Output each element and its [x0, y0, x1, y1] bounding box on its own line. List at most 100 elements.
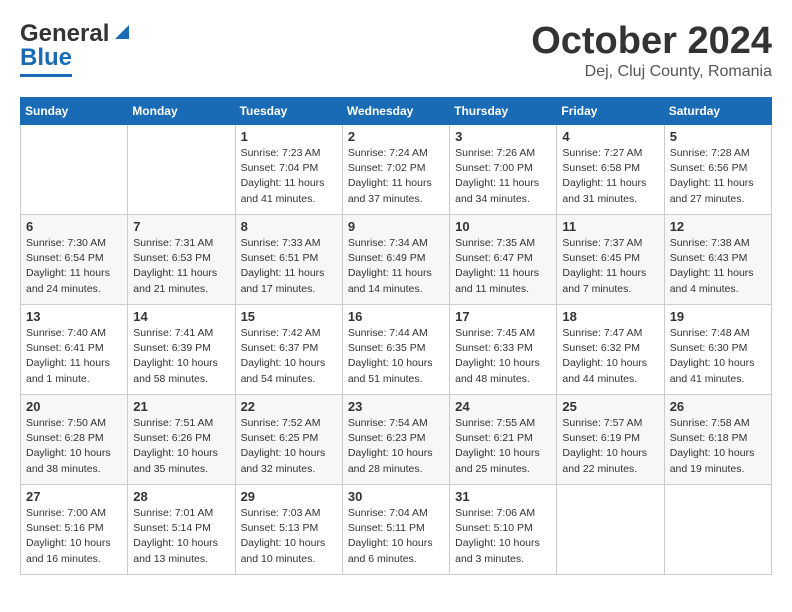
- day-number: 19: [670, 309, 766, 324]
- day-info: Sunrise: 7:28 AM Sunset: 6:56 PM Dayligh…: [670, 146, 766, 207]
- title-block: October 2024 Dej, Cluj County, Romania: [531, 20, 772, 81]
- day-number: 3: [455, 129, 551, 144]
- page-header: General Blue October 2024 Dej, Cluj Coun…: [20, 20, 772, 81]
- day-info: Sunrise: 7:40 AM Sunset: 6:41 PM Dayligh…: [26, 326, 122, 387]
- day-info: Sunrise: 7:48 AM Sunset: 6:30 PM Dayligh…: [670, 326, 766, 387]
- weekday-header: Sunday: [21, 98, 128, 125]
- calendar-cell: 12 Sunrise: 7:38 AM Sunset: 6:43 PM Dayl…: [664, 215, 771, 305]
- day-info: Sunrise: 7:57 AM Sunset: 6:19 PM Dayligh…: [562, 416, 658, 477]
- day-number: 18: [562, 309, 658, 324]
- day-number: 21: [133, 399, 229, 414]
- location: Dej, Cluj County, Romania: [531, 63, 772, 81]
- day-number: 8: [241, 219, 337, 234]
- calendar-week-row: 20 Sunrise: 7:50 AM Sunset: 6:28 PM Dayl…: [21, 395, 772, 485]
- weekday-header: Thursday: [450, 98, 557, 125]
- calendar-cell: 14 Sunrise: 7:41 AM Sunset: 6:39 PM Dayl…: [128, 305, 235, 395]
- calendar-cell: 25 Sunrise: 7:57 AM Sunset: 6:19 PM Dayl…: [557, 395, 664, 485]
- calendar-cell: 2 Sunrise: 7:24 AM Sunset: 7:02 PM Dayli…: [342, 125, 449, 215]
- day-info: Sunrise: 7:06 AM Sunset: 5:10 PM Dayligh…: [455, 506, 551, 567]
- day-info: Sunrise: 7:04 AM Sunset: 5:11 PM Dayligh…: [348, 506, 444, 567]
- day-info: Sunrise: 7:45 AM Sunset: 6:33 PM Dayligh…: [455, 326, 551, 387]
- day-number: 1: [241, 129, 337, 144]
- day-info: Sunrise: 7:34 AM Sunset: 6:49 PM Dayligh…: [348, 236, 444, 297]
- calendar-cell: [664, 485, 771, 575]
- day-number: 28: [133, 489, 229, 504]
- day-number: 30: [348, 489, 444, 504]
- day-info: Sunrise: 7:35 AM Sunset: 6:47 PM Dayligh…: [455, 236, 551, 297]
- day-number: 17: [455, 309, 551, 324]
- day-number: 9: [348, 219, 444, 234]
- weekday-header: Tuesday: [235, 98, 342, 125]
- day-number: 26: [670, 399, 766, 414]
- day-info: Sunrise: 7:55 AM Sunset: 6:21 PM Dayligh…: [455, 416, 551, 477]
- day-info: Sunrise: 7:33 AM Sunset: 6:51 PM Dayligh…: [241, 236, 337, 297]
- day-number: 7: [133, 219, 229, 234]
- day-number: 23: [348, 399, 444, 414]
- calendar-cell: 5 Sunrise: 7:28 AM Sunset: 6:56 PM Dayli…: [664, 125, 771, 215]
- weekday-header: Wednesday: [342, 98, 449, 125]
- day-number: 22: [241, 399, 337, 414]
- day-info: Sunrise: 7:41 AM Sunset: 6:39 PM Dayligh…: [133, 326, 229, 387]
- day-number: 16: [348, 309, 444, 324]
- day-number: 2: [348, 129, 444, 144]
- calendar-cell: 23 Sunrise: 7:54 AM Sunset: 6:23 PM Dayl…: [342, 395, 449, 485]
- calendar-cell: 6 Sunrise: 7:30 AM Sunset: 6:54 PM Dayli…: [21, 215, 128, 305]
- day-info: Sunrise: 7:24 AM Sunset: 7:02 PM Dayligh…: [348, 146, 444, 207]
- day-number: 25: [562, 399, 658, 414]
- calendar-cell: 22 Sunrise: 7:52 AM Sunset: 6:25 PM Dayl…: [235, 395, 342, 485]
- calendar-cell: [557, 485, 664, 575]
- calendar-cell: 19 Sunrise: 7:48 AM Sunset: 6:30 PM Dayl…: [664, 305, 771, 395]
- day-number: 31: [455, 489, 551, 504]
- day-number: 4: [562, 129, 658, 144]
- day-number: 11: [562, 219, 658, 234]
- logo: General Blue: [20, 20, 133, 77]
- calendar-cell: 7 Sunrise: 7:31 AM Sunset: 6:53 PM Dayli…: [128, 215, 235, 305]
- calendar-cell: 3 Sunrise: 7:26 AM Sunset: 7:00 PM Dayli…: [450, 125, 557, 215]
- day-info: Sunrise: 7:50 AM Sunset: 6:28 PM Dayligh…: [26, 416, 122, 477]
- calendar-cell: 26 Sunrise: 7:58 AM Sunset: 6:18 PM Dayl…: [664, 395, 771, 485]
- day-info: Sunrise: 7:01 AM Sunset: 5:14 PM Dayligh…: [133, 506, 229, 567]
- calendar-week-row: 1 Sunrise: 7:23 AM Sunset: 7:04 PM Dayli…: [21, 125, 772, 215]
- logo-icon: [111, 21, 133, 43]
- day-info: Sunrise: 7:51 AM Sunset: 6:26 PM Dayligh…: [133, 416, 229, 477]
- calendar-cell: 15 Sunrise: 7:42 AM Sunset: 6:37 PM Dayl…: [235, 305, 342, 395]
- day-info: Sunrise: 7:26 AM Sunset: 7:00 PM Dayligh…: [455, 146, 551, 207]
- day-number: 6: [26, 219, 122, 234]
- day-info: Sunrise: 7:58 AM Sunset: 6:18 PM Dayligh…: [670, 416, 766, 477]
- day-info: Sunrise: 7:52 AM Sunset: 6:25 PM Dayligh…: [241, 416, 337, 477]
- calendar-header-row: SundayMondayTuesdayWednesdayThursdayFrid…: [21, 98, 772, 125]
- day-info: Sunrise: 7:31 AM Sunset: 6:53 PM Dayligh…: [133, 236, 229, 297]
- weekday-header: Friday: [557, 98, 664, 125]
- day-info: Sunrise: 7:44 AM Sunset: 6:35 PM Dayligh…: [348, 326, 444, 387]
- day-number: 10: [455, 219, 551, 234]
- calendar-cell: 21 Sunrise: 7:51 AM Sunset: 6:26 PM Dayl…: [128, 395, 235, 485]
- day-number: 29: [241, 489, 337, 504]
- weekday-header: Saturday: [664, 98, 771, 125]
- day-number: 13: [26, 309, 122, 324]
- calendar-cell: 18 Sunrise: 7:47 AM Sunset: 6:32 PM Dayl…: [557, 305, 664, 395]
- calendar-cell: 27 Sunrise: 7:00 AM Sunset: 5:16 PM Dayl…: [21, 485, 128, 575]
- day-info: Sunrise: 7:42 AM Sunset: 6:37 PM Dayligh…: [241, 326, 337, 387]
- day-info: Sunrise: 7:47 AM Sunset: 6:32 PM Dayligh…: [562, 326, 658, 387]
- calendar-cell: 17 Sunrise: 7:45 AM Sunset: 6:33 PM Dayl…: [450, 305, 557, 395]
- month-title: October 2024: [531, 20, 772, 63]
- logo-blue: Blue: [20, 44, 72, 72]
- calendar-week-row: 13 Sunrise: 7:40 AM Sunset: 6:41 PM Dayl…: [21, 305, 772, 395]
- day-number: 24: [455, 399, 551, 414]
- calendar-cell: 24 Sunrise: 7:55 AM Sunset: 6:21 PM Dayl…: [450, 395, 557, 485]
- day-number: 15: [241, 309, 337, 324]
- calendar-cell: 9 Sunrise: 7:34 AM Sunset: 6:49 PM Dayli…: [342, 215, 449, 305]
- day-info: Sunrise: 7:23 AM Sunset: 7:04 PM Dayligh…: [241, 146, 337, 207]
- calendar-cell: 31 Sunrise: 7:06 AM Sunset: 5:10 PM Dayl…: [450, 485, 557, 575]
- calendar-cell: 1 Sunrise: 7:23 AM Sunset: 7:04 PM Dayli…: [235, 125, 342, 215]
- calendar-cell: 30 Sunrise: 7:04 AM Sunset: 5:11 PM Dayl…: [342, 485, 449, 575]
- day-number: 20: [26, 399, 122, 414]
- calendar-cell: 8 Sunrise: 7:33 AM Sunset: 6:51 PM Dayli…: [235, 215, 342, 305]
- calendar-cell: 28 Sunrise: 7:01 AM Sunset: 5:14 PM Dayl…: [128, 485, 235, 575]
- calendar-cell: 29 Sunrise: 7:03 AM Sunset: 5:13 PM Dayl…: [235, 485, 342, 575]
- calendar-week-row: 6 Sunrise: 7:30 AM Sunset: 6:54 PM Dayli…: [21, 215, 772, 305]
- calendar-cell: [21, 125, 128, 215]
- day-info: Sunrise: 7:30 AM Sunset: 6:54 PM Dayligh…: [26, 236, 122, 297]
- calendar-cell: 13 Sunrise: 7:40 AM Sunset: 6:41 PM Dayl…: [21, 305, 128, 395]
- day-info: Sunrise: 7:54 AM Sunset: 6:23 PM Dayligh…: [348, 416, 444, 477]
